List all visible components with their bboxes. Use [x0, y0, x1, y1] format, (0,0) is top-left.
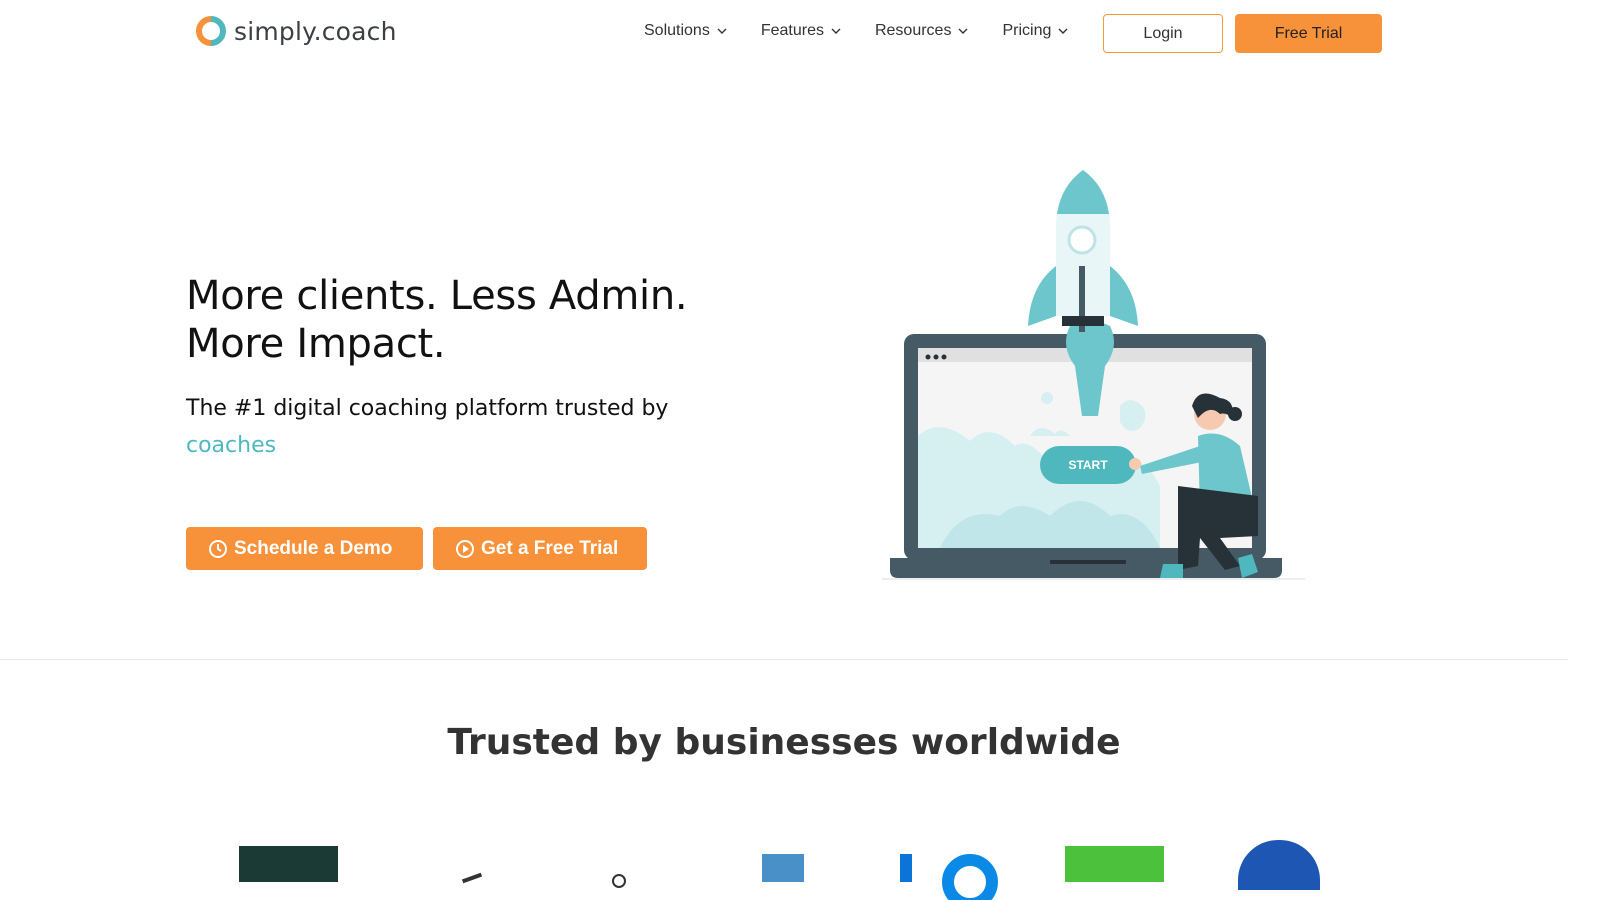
hero-illustration: START: [880, 166, 1310, 586]
hero-subtitle-text: The #1 digital coaching platform trusted…: [186, 396, 669, 421]
start-button-illustration-label: START: [1068, 458, 1108, 472]
section-divider: [0, 659, 1568, 660]
free-trial-button[interactable]: Free Trial: [1235, 14, 1382, 53]
brand-name: simply.coach: [234, 16, 397, 46]
logo-icon: [196, 16, 226, 46]
hero-subtitle-accent: coaches: [186, 433, 277, 458]
chevron-down-icon: [831, 28, 841, 34]
chevron-down-icon: [958, 28, 968, 34]
get-free-trial-label: Get a Free Trial: [481, 537, 619, 559]
nav-resources-label: Resources: [874, 22, 952, 39]
nav-pricing[interactable]: Pricing: [1002, 22, 1069, 40]
client-logo-3: [612, 874, 626, 888]
login-button[interactable]: Login: [1103, 14, 1223, 53]
nav-solutions[interactable]: Solutions: [644, 22, 728, 40]
client-logo-1: [239, 846, 338, 882]
site-header: simply.coach Solutions Features Resource…: [0, 0, 1568, 66]
client-logo-8: [1238, 840, 1320, 890]
client-logo-4: [762, 854, 804, 882]
hero-title: More clients. Less Admin. More Impact.: [186, 272, 746, 368]
nav-features[interactable]: Features: [761, 22, 842, 40]
trusted-heading: Trusted by businesses worldwide: [447, 722, 1121, 763]
nav-pricing-label: Pricing: [1002, 22, 1052, 39]
nav-solutions-label: Solutions: [644, 22, 710, 39]
chevron-down-icon: [1058, 28, 1068, 34]
nav-resources[interactable]: Resources: [875, 22, 969, 40]
client-logo-2: [461, 872, 483, 884]
play-circle-icon: [456, 539, 474, 558]
hero-subtitle: The #1 digital coaching platform trusted…: [186, 390, 706, 464]
client-logo-7: [1065, 846, 1164, 882]
client-logo-5: [900, 854, 912, 882]
clock-icon: [209, 539, 227, 558]
client-logo-6: [942, 854, 998, 900]
get-free-trial-button[interactable]: Get a Free Trial: [433, 527, 647, 570]
client-logos-row: [0, 840, 1568, 900]
main-nav: Solutions Features Resources Pricing: [644, 22, 1069, 40]
schedule-demo-label: Schedule a Demo: [234, 537, 393, 559]
hero-title-line2: More Impact.: [186, 321, 446, 367]
brand-logo[interactable]: simply.coach: [196, 16, 397, 46]
nav-features-label: Features: [760, 22, 824, 39]
schedule-demo-button[interactable]: Schedule a Demo: [186, 527, 423, 570]
chevron-down-icon: [717, 28, 727, 34]
hero-title-line1: More clients. Less Admin.: [186, 273, 688, 319]
